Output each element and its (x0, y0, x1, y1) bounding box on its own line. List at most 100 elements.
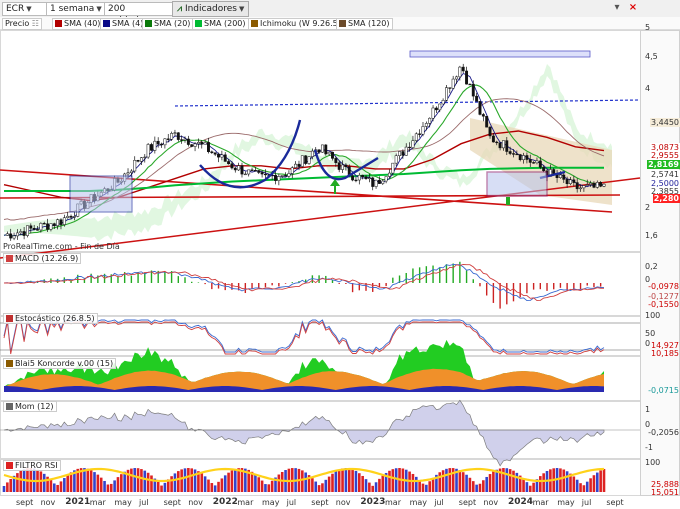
candle-body (223, 154, 227, 162)
candle-body (434, 107, 438, 111)
price-tag-last: 2,280 (652, 194, 680, 203)
candle-body (381, 180, 385, 184)
candle-body (217, 154, 220, 158)
candle-body (585, 184, 589, 186)
candle-body (505, 140, 509, 152)
candle-body (575, 182, 579, 190)
x-tick-label: nov (188, 498, 203, 507)
close-icon[interactable]: × (626, 1, 640, 15)
candle-body (166, 138, 170, 140)
candle-body (32, 228, 36, 230)
candle-body (227, 161, 231, 165)
candle-body (522, 155, 526, 160)
legend-item-sma120[interactable]: SMA (120) (336, 18, 393, 30)
candle-body (388, 172, 391, 177)
panel-title-macd[interactable]: MACD (12.26.9) (3, 253, 82, 264)
candle-body (170, 133, 174, 140)
candle-body (421, 126, 425, 135)
candle-body (129, 170, 133, 173)
candle-body (471, 83, 475, 97)
consolidation-box (486, 171, 548, 197)
panel-title-stoch[interactable]: Estocástico (26.8.5) (3, 313, 98, 324)
candle-body (257, 170, 261, 173)
candle-body (243, 173, 247, 176)
candle-body (280, 175, 284, 177)
symbol-select[interactable]: ECR ▼ (2, 2, 50, 16)
candle-body (277, 176, 281, 181)
x-tick-label: jul (286, 498, 297, 507)
indicator-legend: Precio ☷ SMA (40) SMA (4) SMA (20) SMA (… (0, 17, 680, 30)
x-tick-label: mar (89, 498, 106, 507)
candle-body (230, 163, 234, 169)
timeframe-label: 1 semana (50, 4, 95, 14)
green-up-arrow-icon (330, 179, 340, 194)
color-swatch (6, 403, 13, 410)
legend-item-ichimoku[interactable]: Ichimoku (W 9.26.52) (248, 18, 349, 30)
candle-body (414, 133, 418, 141)
candle-body (139, 157, 143, 162)
panel-title-koncorde[interactable]: Blai5 Koncorde v.00 (15) (3, 358, 117, 369)
window-menu-icon[interactable]: ▾ (610, 1, 624, 15)
legend-item-sma4[interactable]: SMA (4) (100, 18, 147, 30)
candle-body (190, 144, 194, 147)
candle-body (207, 142, 210, 153)
indicator-chart-icon: ⩘ (177, 4, 183, 14)
candle-body (39, 223, 43, 231)
candle-body (501, 140, 505, 149)
candle-body (468, 83, 472, 86)
candle-body (324, 144, 328, 155)
koncorde-tag: -0,0715 (648, 386, 679, 395)
legend-item-sma40[interactable]: SMA (40) (52, 18, 104, 30)
legend-item-sma20[interactable]: SMA (20) (142, 18, 194, 30)
symbol-label: ECR (6, 4, 25, 14)
x-tick-label: sept (16, 498, 34, 507)
candle-body (538, 160, 542, 168)
chart-area[interactable] (0, 30, 680, 509)
settings-icon: ☷ (31, 19, 39, 28)
candle-body (247, 169, 251, 175)
candle-body (481, 114, 485, 117)
legend-item-precio[interactable]: Precio ☷ (2, 18, 42, 30)
y-tick: -1 (645, 443, 653, 452)
candle-body (233, 167, 237, 171)
candle-body (491, 135, 495, 143)
candle-body (485, 115, 489, 128)
candle-body (176, 132, 180, 140)
candle-body (478, 101, 482, 115)
candle-body (320, 144, 324, 153)
x-tick-label: jul (581, 498, 592, 507)
candle-body (297, 163, 301, 167)
y-tick: 50 (645, 329, 656, 338)
panel-title-filtro-rsi[interactable]: FILTRO RSI (3, 460, 61, 471)
x-tick-label: jul (139, 498, 149, 507)
candle-body (361, 174, 365, 178)
candle-body (210, 151, 214, 153)
candle-body (498, 142, 502, 149)
timeframe-select[interactable]: 1 semana ▼ (46, 2, 108, 16)
candle-body (22, 231, 26, 236)
indicators-button[interactable]: ⩘ Indicadores ▼ (172, 1, 250, 17)
candle-body (438, 103, 442, 111)
candle-body (448, 87, 452, 89)
y-tick: 0,2 (645, 262, 658, 271)
legend-item-sma200[interactable]: SMA (200) (192, 18, 249, 30)
y-tick: 1,6 (645, 231, 658, 240)
momentum-area (3, 399, 605, 467)
candle-body (143, 156, 147, 159)
candle-body (62, 217, 66, 225)
candle-body (401, 151, 405, 156)
candle-body (475, 95, 479, 102)
panel-title-mom[interactable]: Mom (12) (3, 401, 57, 412)
candle-body (404, 146, 408, 156)
units-select[interactable]: 200 unidades▼ (104, 2, 174, 26)
candle-body (384, 176, 388, 182)
candle-body (183, 138, 187, 141)
candle-body (562, 174, 566, 180)
x-tick-label: mar (237, 498, 254, 507)
x-tick-label: sept (311, 498, 329, 507)
candle-body (599, 182, 603, 187)
candle-body (532, 162, 536, 164)
candle-body (592, 182, 596, 188)
macd-tag: -0,0978 (648, 282, 679, 291)
accumulation-box (69, 175, 133, 213)
